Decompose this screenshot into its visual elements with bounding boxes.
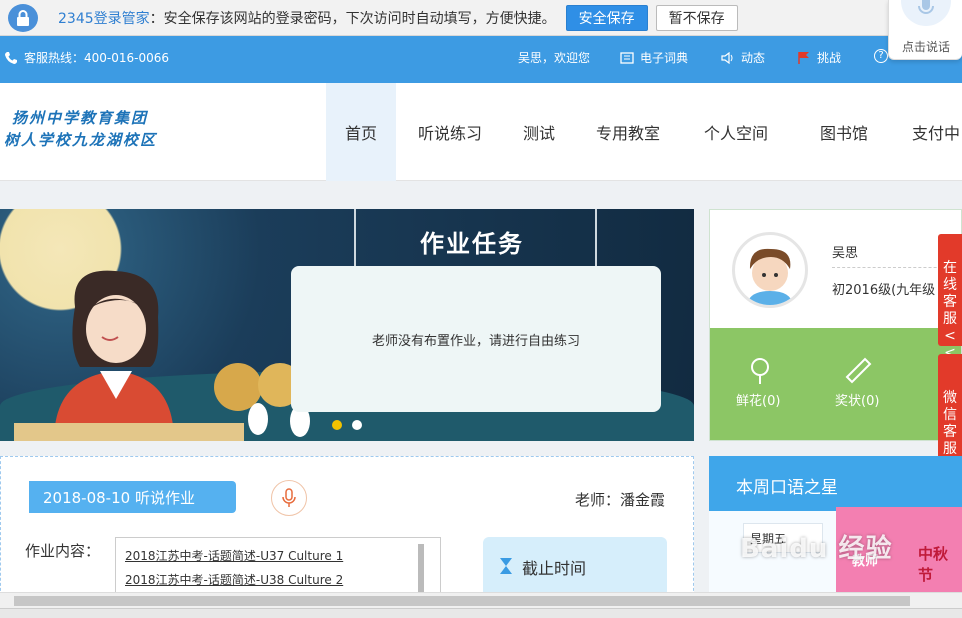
horizontal-scrollbar[interactable] [0, 592, 962, 608]
flower-icon [751, 358, 769, 384]
speaker-icon [721, 51, 733, 64]
oral-star-header: 本周口语之星 [709, 456, 962, 511]
wechat-service-label: 微信客服 [943, 390, 957, 457]
nav-test[interactable]: 测试 [504, 83, 574, 181]
microphone-icon [282, 488, 296, 507]
nav-payment[interactable]: 支付中 [898, 83, 962, 181]
banner-title: 作业任务 [420, 230, 524, 258]
dictionary-link[interactable]: 电子词典 [620, 49, 688, 66]
promo-text-festival: 中秋节 [918, 545, 949, 584]
voice-input-label: 点击说话 [901, 40, 950, 54]
dictionary-label: 电子词典 [640, 51, 689, 65]
microphone-icon [901, 0, 951, 26]
award-icon [845, 357, 872, 384]
homework-banner: 作业任务 老师没有布置作业，请进行自由练习 [0, 209, 694, 441]
hotline-text: 客服热线：400-016-0066 [24, 51, 170, 65]
safe-save-button[interactable]: 安全保存 [565, 4, 648, 31]
welcome-text: 吴思，欢迎您 [518, 49, 590, 66]
flowers-count[interactable]: 鲜花(0) [736, 390, 780, 409]
horizontal-scrollbar-thumb[interactable] [14, 596, 910, 606]
hourglass-icon [500, 558, 512, 574]
oral-star-title: 本周口语之星 [736, 478, 838, 498]
phone-icon [5, 51, 17, 64]
help-link[interactable]: ? [874, 49, 888, 63]
nav-home[interactable]: 首页 [326, 83, 396, 181]
browser-page: 2345登录管家 ：安全保存该网站的登录密码，下次访问时自动填写，方便快捷。 安… [0, 0, 962, 618]
baidu-watermark: Baidu 经验 [740, 534, 893, 564]
nav-classroom[interactable]: 专用教室 [574, 83, 682, 181]
help-icon: ? [874, 49, 888, 63]
main-nav: 首页 听说练习 测试 专用教室 个人空间 图书馆 支付中 [326, 83, 962, 181]
challenge-link[interactable]: 挑战 [797, 49, 841, 66]
oral-star-panel: 本周口语之星 星期五 教师 中秋节 [709, 456, 962, 596]
homework-list-scrollbar[interactable] [418, 544, 424, 594]
challenge-label: 挑战 [817, 51, 842, 65]
carousel-dot-1[interactable] [332, 420, 342, 430]
banner-rope-right [595, 209, 597, 266]
logo-line-2: 树人学校九龙湖校区 [4, 131, 158, 149]
flag-icon [798, 52, 809, 64]
carousel-dot-2[interactable] [352, 420, 362, 430]
nav-library[interactable]: 图书馆 [790, 83, 898, 181]
homework-notice-text: 老师没有布置作业，请进行自由练习 [371, 333, 580, 349]
profile-card: 吴思 初2016级(九年级 鲜花(0) 奖状(0) [709, 209, 962, 441]
user-name: 吴思 [832, 246, 859, 261]
deadline-label: 截止时间 [522, 559, 587, 578]
record-microphone-button[interactable] [271, 480, 307, 516]
teacher-illustration [54, 270, 174, 441]
teacher-name: 老师：潘金霞 [575, 491, 666, 509]
browser-status-bar [0, 608, 962, 618]
lock-icon [8, 3, 38, 32]
password-manager-brand[interactable]: 2345登录管家 [58, 8, 150, 28]
voice-input-button[interactable]: 点击说话 [888, 0, 962, 60]
news-label: 动态 [741, 51, 766, 65]
homework-date-tag: 2018-08-10 听说作业 [29, 481, 236, 513]
homework-item[interactable]: 2018江苏中考-话题简述-U37 Culture 1 [125, 547, 343, 564]
news-link[interactable]: 动态 [721, 49, 765, 66]
online-service-label: 在线客服<< [943, 260, 957, 361]
user-grade: 初2016级(九年级 [832, 283, 936, 298]
nav-listening-speaking[interactable]: 听说练习 [396, 83, 504, 181]
online-service-tab[interactable]: 在线客服<< [938, 234, 962, 361]
homework-content-label: 作业内容： [25, 542, 101, 560]
school-logo[interactable]: 扬州中学教育集团 树人学校九龙湖校区 [4, 107, 157, 151]
hotline: 客服热线：400-016-0066 [4, 49, 169, 66]
dictionary-icon [620, 51, 634, 64]
logo-line-1: 扬州中学教育集团 [12, 109, 149, 127]
password-save-bar: 2345登录管家 ：安全保存该网站的登录密码，下次访问时自动填写，方便快捷。 安… [0, 0, 888, 36]
site-header: 扬州中学教育集团 树人学校九龙湖校区 首页 听说练习 测试 专用教室 个人空间 … [0, 83, 962, 181]
homework-notice-card: 老师没有布置作业，请进行自由练习 [291, 266, 661, 412]
homework-panel: 2018-08-10 听说作业 老师：潘金霞 作业内容： 2018江苏中考-话题… [0, 456, 694, 607]
banner-rope-left [354, 209, 356, 266]
deadline-box: 截止时间 [483, 537, 667, 597]
welcome-label: 吴思，欢迎您 [518, 51, 591, 65]
avatar[interactable] [732, 232, 808, 308]
wechat-service-tab[interactable]: 微信客服 [938, 354, 962, 472]
nav-personal-space[interactable]: 个人空间 [682, 83, 790, 181]
not-save-button[interactable]: 暂不保存 [655, 4, 738, 31]
password-save-message: ：安全保存该网站的登录密码，下次访问时自动填写，方便快捷。 [149, 10, 556, 27]
site-top-bar: 客服热线：400-016-0066 吴思，欢迎您 电子词典 动态 挑战 ? [0, 36, 962, 83]
homework-item[interactable]: 2018江苏中考-话题简述-U38 Culture 2 [125, 571, 343, 588]
awards-count[interactable]: 奖状(0) [835, 390, 879, 409]
